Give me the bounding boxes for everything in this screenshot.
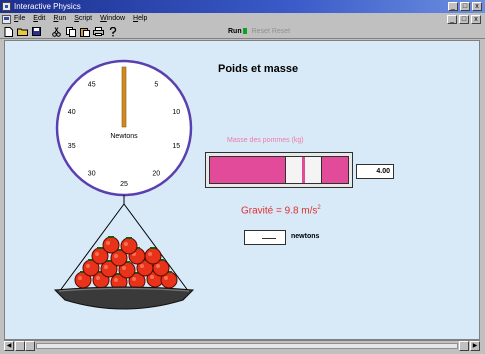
doc-close-button[interactable]: x [471, 15, 481, 24]
mass-slider-thumb[interactable] [285, 156, 323, 184]
scroll-left-button[interactable]: ◀ [4, 341, 14, 351]
run-indicator-icon [242, 28, 247, 35]
help-icon[interactable] [107, 26, 118, 37]
window-title: Interactive Physics [14, 2, 81, 11]
dial-tick-label: 35 [68, 143, 76, 150]
scroll-right-end-button[interactable] [459, 341, 469, 351]
doc-restore-button[interactable]: □ [459, 15, 469, 24]
dial-tick-label: 40 [68, 109, 76, 116]
spring-scale: 051015202530354045 Newtons [53, 59, 195, 310]
doc-minimize-button[interactable]: _ [447, 15, 457, 24]
apple-icon [120, 237, 138, 255]
scroll-track[interactable] [36, 343, 458, 349]
close-button[interactable]: x [472, 2, 482, 11]
scroll-page-button[interactable] [15, 341, 25, 351]
run-controls: Run Reset Reset [228, 27, 290, 37]
dial-tick-label: 5 [154, 82, 158, 89]
reset-button[interactable]: Reset Reset [252, 27, 291, 37]
menu-bar: File Edit Run Script Window Help _ □ x [0, 13, 485, 25]
window-controls: _ □ x [448, 2, 482, 11]
mass-value-field[interactable]: 4.00 [356, 164, 394, 179]
dial-tick-label: 20 [152, 171, 160, 178]
open-folder-icon[interactable] [17, 27, 28, 37]
gravity-exponent: 2 [317, 205, 321, 211]
paste-icon[interactable] [79, 27, 90, 37]
scroll-thumb[interactable] [25, 341, 35, 351]
new-file-icon[interactable] [3, 26, 14, 37]
save-icon[interactable] [31, 27, 42, 37]
print-icon[interactable] [93, 27, 104, 37]
menu-help[interactable]: Help [133, 13, 147, 25]
dial-needle [121, 66, 127, 128]
menu-edit[interactable]: Edit [33, 13, 45, 25]
mass-slider[interactable] [205, 152, 353, 188]
scroll-right-button[interactable]: ▶ [470, 341, 480, 351]
page-title: Poids et masse [218, 63, 299, 75]
app-icon [2, 2, 11, 11]
mass-slider-fill [209, 156, 349, 184]
dial-tick-label: 30 [88, 171, 96, 178]
dial-tick-label: 45 [88, 82, 96, 89]
minimize-button[interactable]: _ [448, 2, 458, 11]
dial-tick-label: 10 [172, 109, 180, 116]
dial-tick-label: 15 [172, 143, 180, 150]
document-icon[interactable] [2, 14, 11, 24]
apple-pile [74, 236, 178, 291]
gravity-text: Gravité = 9.8 m/s [241, 205, 318, 217]
weight-unit-label: newtons [291, 233, 320, 240]
menu-file[interactable]: File [14, 13, 25, 25]
toolbar: Run Reset Reset [0, 25, 485, 39]
cut-icon[interactable] [51, 26, 62, 37]
run-button[interactable]: Run [228, 27, 247, 37]
maximize-button[interactable]: □ [460, 2, 470, 11]
menu-window[interactable]: Window [100, 13, 125, 25]
mass-slider-label: Masse des pommes (kg) [227, 137, 304, 144]
menu-script[interactable]: Script [74, 13, 92, 25]
apple-icon [102, 236, 120, 254]
document-window-controls: _ □ x [447, 15, 481, 24]
gravity-label: Gravité = 9.8 m/s2 [241, 205, 321, 216]
menu-run[interactable]: Run [53, 13, 66, 25]
dial-tick-label: 25 [120, 181, 128, 188]
run-label: Run [228, 28, 242, 35]
apple-icon [144, 247, 162, 265]
dial-unit-label: Newtons [110, 133, 138, 140]
weight-answer-field[interactable] [244, 230, 286, 245]
title-bar: Interactive Physics _ □ x [0, 0, 485, 13]
copy-icon[interactable] [65, 26, 76, 37]
horizontal-scrollbar[interactable]: ◀ ▶ [4, 340, 480, 351]
simulation-canvas: 051015202530354045 Newtons Poids et mass… [4, 40, 480, 340]
